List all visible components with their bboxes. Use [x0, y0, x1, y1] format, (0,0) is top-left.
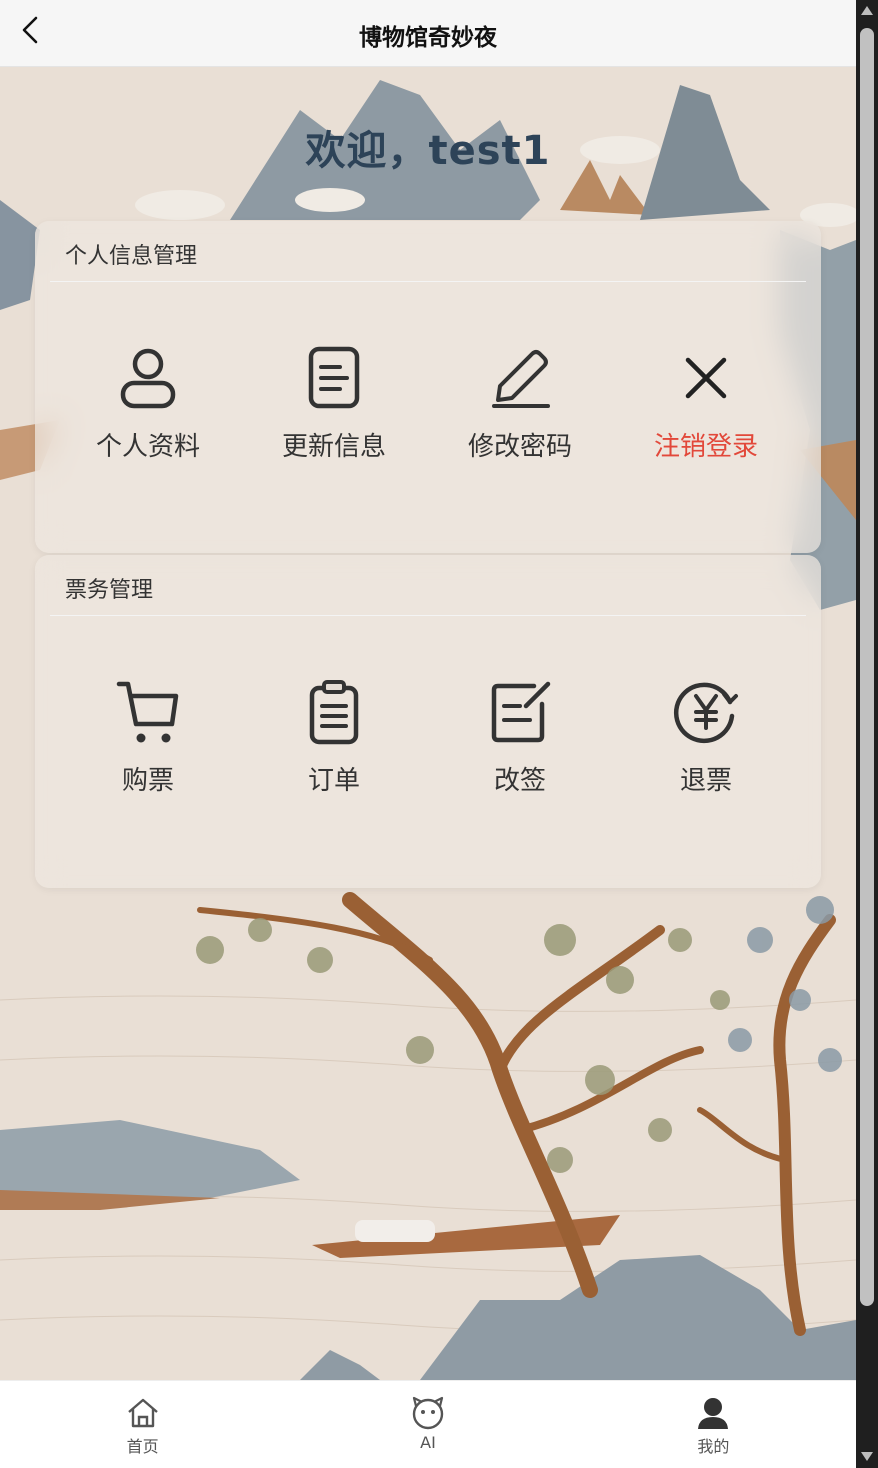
section-title-personal: 个人信息管理 [65, 244, 198, 269]
pencil-icon [492, 350, 550, 408]
change-password-button[interactable]: 修改密码 [450, 344, 590, 463]
scrollbar-thumb[interactable] [860, 28, 874, 1306]
profile-label: 个人资料 [95, 432, 200, 462]
section-title-ticket: 票务管理 [65, 578, 154, 603]
orders-button[interactable]: 订单 [264, 678, 404, 797]
scroll-down-arrow-icon[interactable] [861, 1452, 873, 1461]
refund-label: 退票 [679, 766, 732, 796]
welcome-heading: 欢迎，test1 [305, 128, 551, 174]
logout-label: 注销登录 [653, 432, 758, 462]
buy-ticket-label: 购票 [121, 766, 174, 796]
close-icon [685, 357, 727, 399]
card-header: 票务管理 [50, 555, 806, 616]
cart-icon [116, 681, 179, 743]
user-icon [120, 348, 176, 409]
vertical-scrollbar[interactable] [856, 0, 878, 1468]
tab-home[interactable]: 首页 [0, 1381, 285, 1468]
person-icon [698, 1398, 729, 1429]
tab-ai[interactable]: AI [285, 1381, 570, 1468]
home-icon [127, 1398, 158, 1428]
tab-mine[interactable]: 我的 [571, 1381, 856, 1468]
card-header: 个人信息管理 [50, 221, 806, 282]
clipboard-icon [309, 680, 359, 745]
buy-ticket-button[interactable]: 购票 [78, 678, 218, 797]
scroll-up-arrow-icon[interactable] [861, 6, 873, 15]
refund-button[interactable]: 退票 [636, 678, 776, 797]
tab-home-label: 首页 [126, 1437, 159, 1456]
logout-button[interactable]: 注销登录 [636, 344, 776, 463]
tab-ai-label: AI [420, 1433, 436, 1452]
personal-info-card: 个人信息管理 个人资料 更新信息 修改密码 注销登录 [35, 221, 821, 553]
bottom-tab-bar: 首页 AI 我的 [0, 1380, 856, 1468]
app-screen: 博物馆奇妙夜 欢迎，test1 个人信息管理 个人资料 更新信息 修改密码 注销… [0, 0, 856, 1468]
change-password-label: 修改密码 [467, 432, 572, 462]
ai-face-icon [412, 1396, 444, 1430]
yen-refund-icon [673, 682, 738, 744]
reschedule-label: 改签 [493, 766, 546, 796]
update-info-button[interactable]: 更新信息 [264, 344, 404, 463]
page-title: 博物馆奇妙夜 [359, 25, 497, 51]
top-nav-bar: 博物馆奇妙夜 [0, 0, 856, 67]
reschedule-button[interactable]: 改签 [450, 678, 590, 797]
document-icon [308, 346, 360, 409]
tab-mine-label: 我的 [697, 1437, 730, 1456]
ticket-management-card: 票务管理 购票 订单 改签 退票 [35, 555, 821, 888]
profile-button[interactable]: 个人资料 [78, 344, 218, 463]
edit-icon [491, 681, 551, 743]
orders-label: 订单 [307, 766, 360, 796]
update-info-label: 更新信息 [281, 432, 386, 462]
